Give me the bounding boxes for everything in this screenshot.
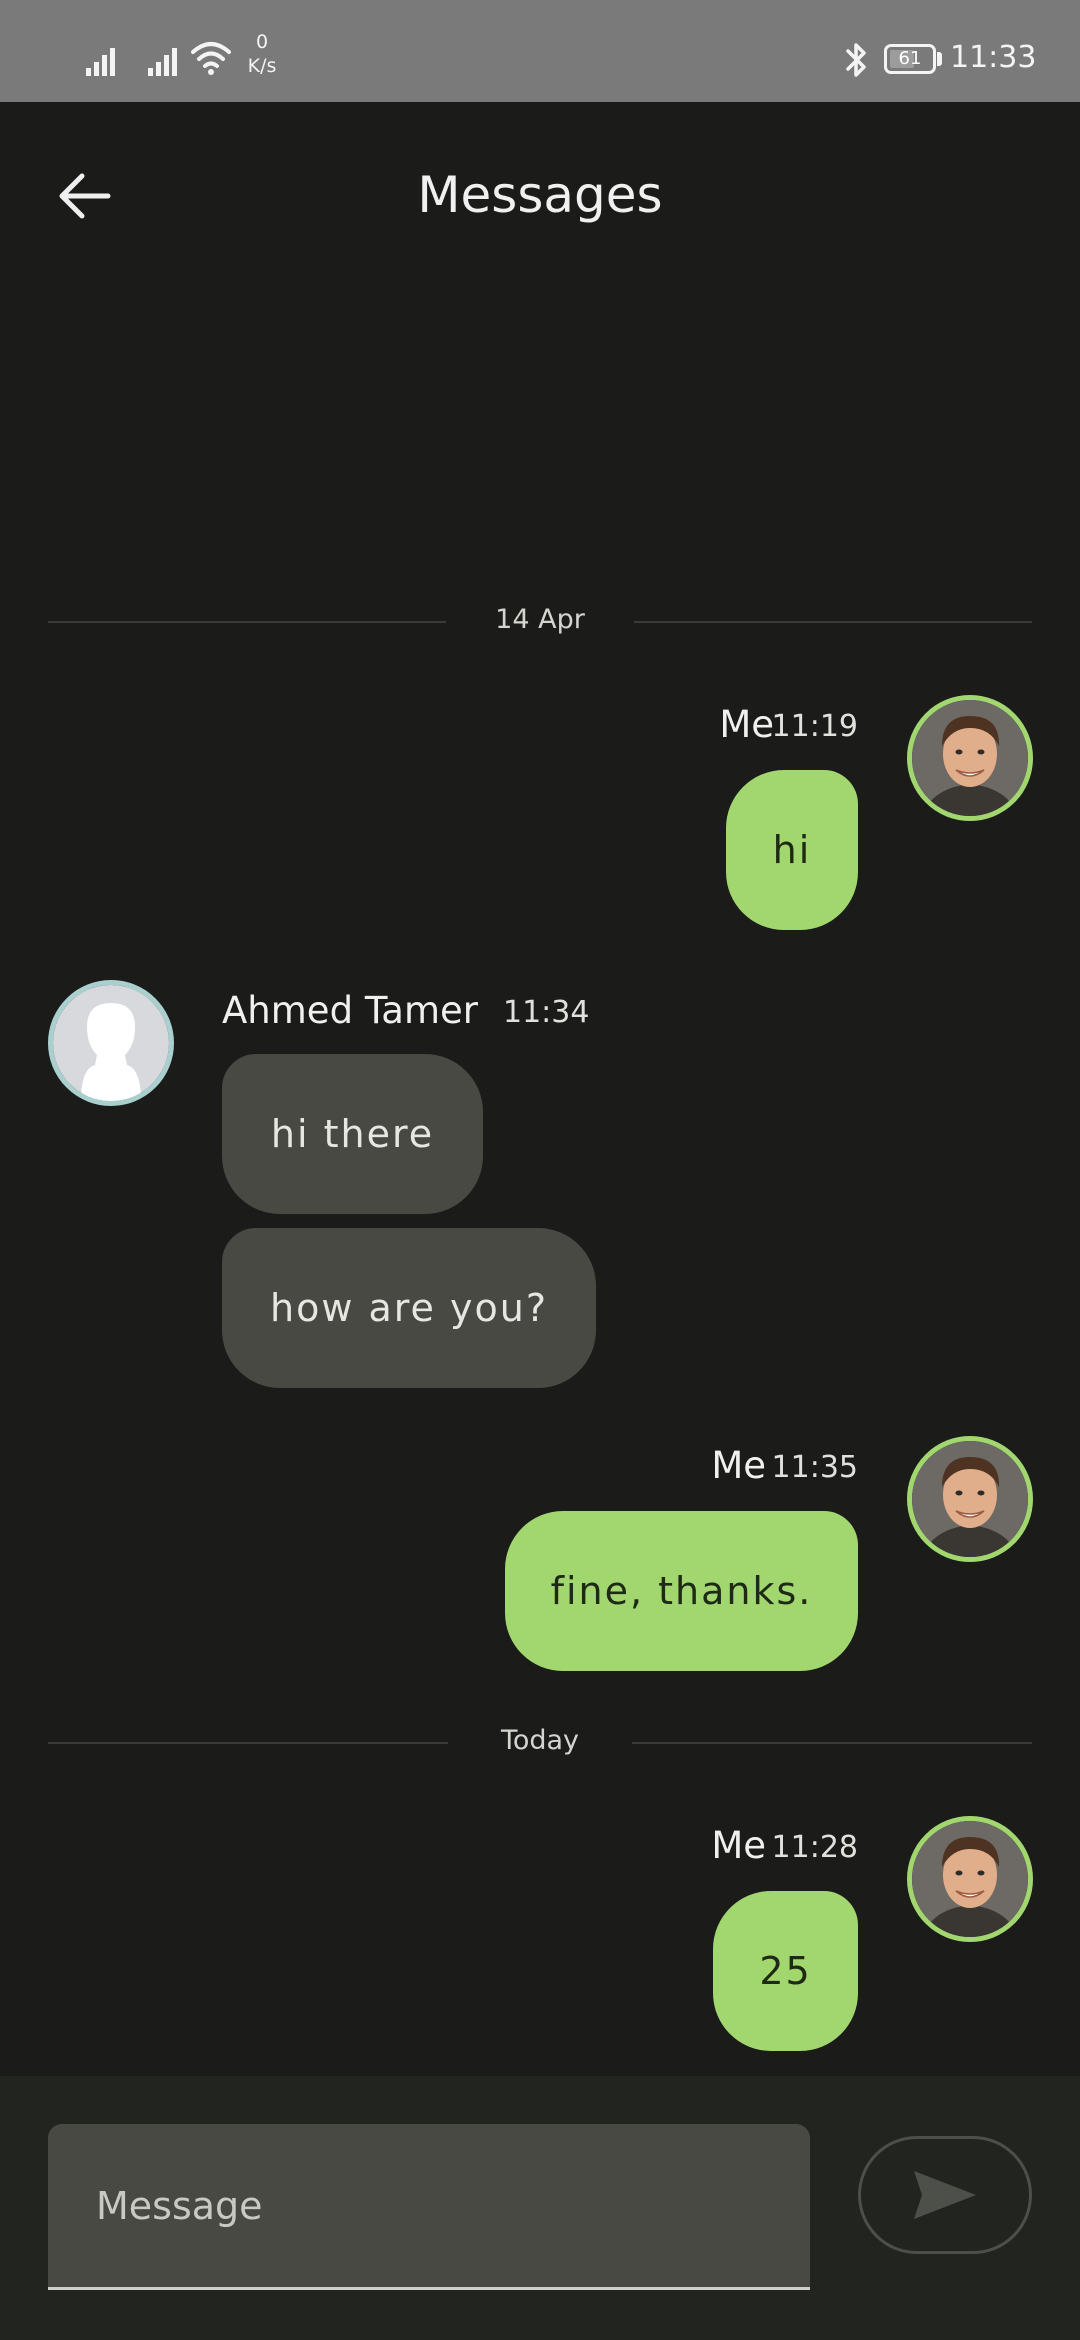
page-title: Messages [417,166,663,224]
status-bar: 0 K/s 61 11:33 [0,0,1080,102]
status-time: 11:33 [950,40,1037,75]
message-sender-name: Me [719,703,774,746]
user-photo-icon [912,1441,1028,1557]
send-button[interactable] [858,2136,1032,2254]
date-separator-line [48,1742,448,1744]
default-avatar-icon [53,985,169,1101]
date-separator-line [48,621,446,623]
network-speed-unit: K/s [247,55,277,77]
bluetooth-icon [842,42,870,82]
message-sender-name: Ahmed Tamer [222,989,478,1032]
battery-terminal [937,52,942,66]
message-bubble-outgoing[interactable]: hi [726,770,858,930]
message-time: 11:28 [771,1830,858,1865]
message-bubble-incoming[interactable]: how are you? [222,1228,596,1388]
battery-icon: 61 [884,44,936,74]
message-bubble-incoming[interactable]: hi there [222,1054,483,1214]
date-separator-label: Today [500,1725,580,1756]
message-sender-name: Me [711,1444,766,1487]
my-avatar[interactable] [907,695,1033,821]
date-separator-label: 14 Apr [495,604,585,635]
wifi-icon [190,38,232,80]
send-icon [914,2171,976,2219]
message-input[interactable] [48,2124,810,2290]
network-speed: 0 K/s [245,30,279,78]
message-bubble-outgoing[interactable]: fine, thanks. [505,1511,858,1671]
my-avatar[interactable] [907,1436,1033,1562]
contact-avatar[interactable] [48,980,174,1106]
message-time: 11:34 [503,995,590,1030]
message-time: 11:19 [771,709,858,744]
date-separator-line [634,621,1032,623]
my-avatar[interactable] [907,1816,1033,1942]
chat-screen: 0 K/s 61 11:33 Messages 14 Apr Me 11:19 [0,0,1080,2340]
date-separator-line [632,1742,1032,1744]
message-time: 11:35 [771,1450,858,1485]
signal-icon [86,44,120,80]
battery-level: 61 [898,48,922,69]
message-sender-name: Me [711,1824,766,1867]
signal-icon [148,44,182,80]
user-photo-icon [912,700,1028,816]
user-photo-icon [912,1821,1028,1937]
network-speed-value: 0 [255,31,269,53]
message-bubble-outgoing[interactable]: 25 [713,1891,858,2051]
